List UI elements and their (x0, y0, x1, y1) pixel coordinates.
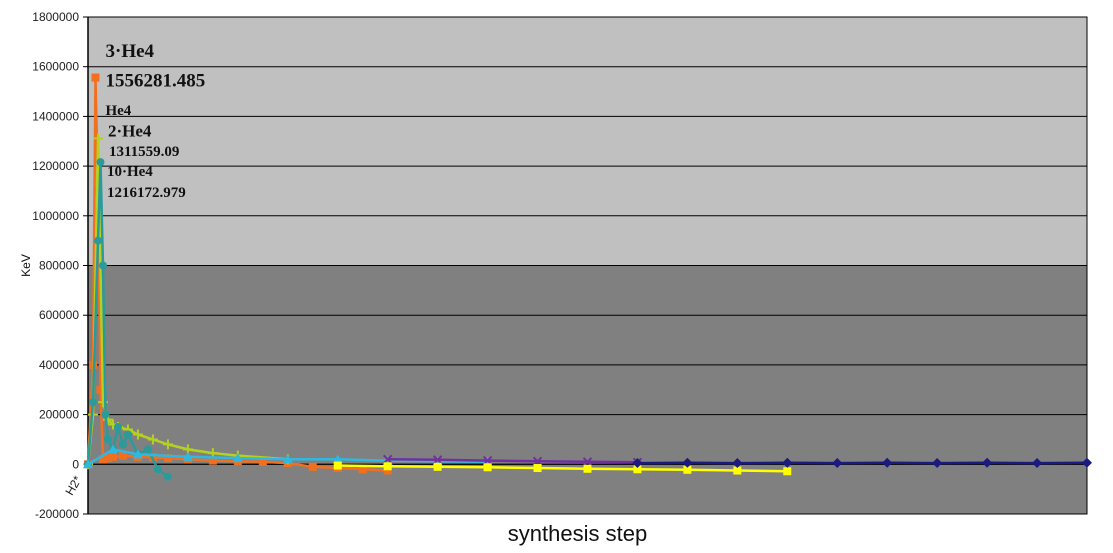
data-point (383, 462, 392, 471)
y-tick-label: 1200000 (32, 159, 79, 173)
y-tick-label: 600000 (39, 308, 79, 322)
data-point (103, 435, 112, 444)
x-axis-title: synthesis step (508, 521, 647, 546)
data-point (308, 462, 317, 471)
y-tick-label: 1800000 (32, 10, 79, 24)
data-point (783, 467, 792, 476)
data-point (143, 445, 152, 454)
data-point (93, 236, 102, 245)
y-tick-label: 1600000 (32, 60, 79, 74)
y-tick-label: 200000 (39, 408, 79, 422)
annotation-label: 10·He4 (107, 164, 153, 180)
data-point (101, 410, 110, 419)
y-tick-label: 1400000 (32, 109, 79, 123)
y-tick-label: 0 (72, 457, 79, 471)
annotation-label: 1556281.485 (105, 71, 205, 92)
y-axis-title: KeV (19, 254, 33, 277)
data-point (153, 465, 162, 474)
data-point (333, 461, 342, 470)
data-point (123, 430, 132, 439)
plot-area-lower (88, 265, 1087, 514)
y-tick-label: 800000 (39, 259, 79, 273)
annotation-label: 1216172.979 (107, 185, 186, 201)
y-tick-label: 1000000 (32, 209, 79, 223)
data-point (108, 452, 117, 461)
data-point (88, 398, 97, 407)
data-point (583, 464, 592, 473)
annotation-label: 1311559.09 (109, 144, 179, 160)
data-point (118, 440, 127, 449)
x-category-label: H2* (62, 473, 84, 498)
y-tick-label: -200000 (35, 507, 79, 521)
data-point (98, 261, 107, 270)
chart: -200000 0 200000 400000 600000 800000 1000000 1… (19, 10, 1092, 546)
annotation-label: 3·He4 (105, 41, 154, 62)
annotation-label: He4 (105, 103, 131, 119)
annotation-label: 2·He4 (108, 121, 152, 140)
plot-area-upper (88, 17, 1087, 266)
data-point (533, 464, 542, 473)
data-point (163, 472, 172, 481)
data-point (483, 463, 492, 472)
data-point (91, 73, 100, 82)
data-point (113, 423, 122, 432)
data-point (96, 158, 105, 167)
data-point (433, 462, 442, 471)
y-tick-label: 400000 (39, 358, 79, 372)
